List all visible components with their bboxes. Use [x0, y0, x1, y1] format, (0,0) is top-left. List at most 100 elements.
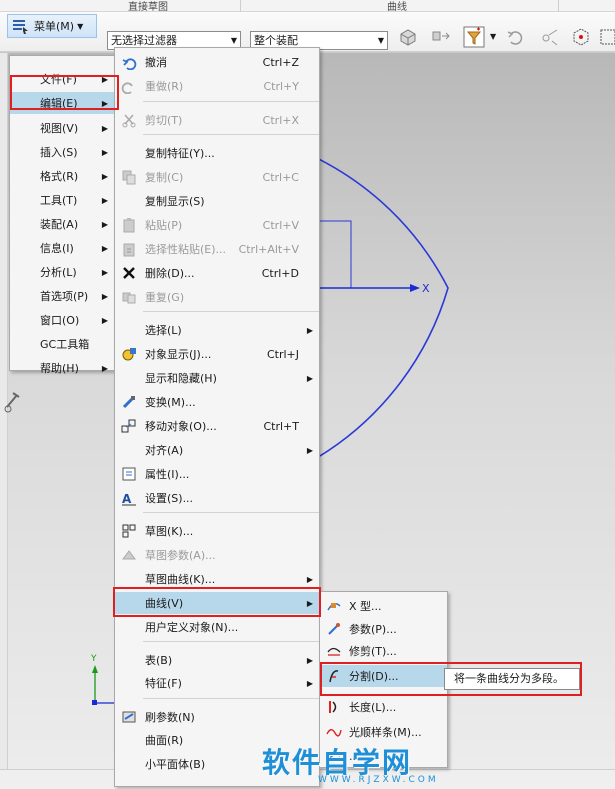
tool-icon[interactable] — [3, 389, 23, 415]
edit-menu-item-9[interactable]: 重复(G) — [115, 286, 319, 308]
edit-menu-item-1[interactable]: 重做(R) Ctrl+Y — [115, 75, 319, 97]
edit-menu-item-24[interactable]: 特征(F) ▶ — [115, 672, 319, 694]
submenu-arrow-icon: ▶ — [306, 574, 313, 584]
menu-item-label: 插入(S) — [40, 146, 78, 159]
point-snap-icon[interactable] — [538, 26, 560, 48]
edit-menu-item-22[interactable]: 用户定义对象(N)... — [115, 616, 319, 638]
edit-menu-item-10[interactable]: 选择(L) ▶ — [115, 319, 319, 341]
edit-menu-item-5[interactable]: 复制显示(S) — [115, 190, 319, 212]
edit-menu-item-6[interactable]: 粘贴(P) Ctrl+V — [115, 214, 319, 236]
edit-menu-item-7[interactable]: 选择性粘贴(E)... Ctrl+Alt+V — [115, 238, 319, 260]
sketch-icon — [122, 524, 136, 538]
edit-menu-item-11[interactable]: 对象显示(J)... Ctrl+J — [115, 343, 319, 365]
menu-item-label: 视图(V) — [40, 122, 79, 135]
menu-item-shortcut: Ctrl+Alt+V — [238, 242, 299, 256]
selection-filter-value: 无选择过滤器 — [111, 34, 177, 47]
edit-menu-item-21[interactable]: 曲线(V) ▶ — [115, 592, 319, 614]
chevron-down-icon[interactable]: ▼ — [490, 32, 496, 41]
menu-item-label: 复制特征(Y)... — [145, 147, 215, 160]
menu-item-label: 选择性粘贴(E)... — [145, 243, 227, 256]
main-menu-item-6[interactable]: 装配(A) ▶ — [10, 213, 114, 235]
nx-window: 直接草图 曲线 菜单(M) ▼ 无选择过滤器 ▼ 整个装配 ▼ ▼ X Y 文件… — [0, 0, 615, 789]
edit-menu-item-25[interactable]: 刷参数(N) — [115, 706, 319, 728]
main-menu-item-8[interactable]: 分析(L) ▶ — [10, 261, 114, 283]
submenu-arrow-icon: ▶ — [101, 74, 108, 84]
submenu-arrow-icon: ▶ — [101, 363, 108, 373]
curve-menu-item-2[interactable]: 修剪(T)... — [320, 640, 447, 662]
main-menu-item-3[interactable]: 插入(S) ▶ — [10, 141, 114, 163]
chevron-down-icon: ▼ — [230, 36, 237, 45]
transform-icon — [122, 396, 135, 409]
menu-item-shortcut: Ctrl+X — [262, 113, 299, 127]
box-select-icon[interactable] — [598, 26, 615, 48]
menu-item-label: 曲面(R) — [145, 734, 184, 747]
ribbon-divider — [240, 0, 241, 12]
menu-item-shortcut: Ctrl+V — [262, 218, 299, 232]
main-menu-item-1[interactable]: 编辑(E) ▶ — [10, 92, 114, 114]
curve-menu-item-5[interactable]: 光顺样条(M)... — [320, 721, 447, 743]
edit-menu-item-18[interactable]: 草图(K)... — [115, 520, 319, 542]
menu-item-label: 选择(L) — [145, 324, 182, 337]
menu-item-label: 工具(T) — [40, 194, 78, 207]
type-filter-icon[interactable] — [463, 26, 485, 48]
edit-menu-item-15[interactable]: 对齐(A) ▶ — [115, 439, 319, 461]
menu-item-label: 特征(F) — [145, 677, 182, 690]
main-menu-item-7[interactable]: 信息(I) ▶ — [10, 237, 114, 259]
menu-item-label: 修剪(T)... — [349, 645, 397, 658]
menu-item-label: 草图曲线(K)... — [145, 573, 216, 586]
tooltip: 将一条曲线分为多段。 — [444, 668, 580, 690]
edit-menu-item-23[interactable]: 表(B) ▶ — [115, 649, 319, 671]
main-menu-item-2[interactable]: 视图(V) ▶ — [10, 117, 114, 139]
submenu-arrow-icon: ▶ — [306, 445, 313, 455]
menu-item-label: 文件(F) — [40, 73, 77, 86]
edit-menu-item-19[interactable]: 草图参数(A)... — [115, 544, 319, 566]
menu-separator — [143, 512, 319, 513]
menu-item-shortcut: Ctrl+D — [261, 266, 299, 280]
edit-menu-item-20[interactable]: 草图曲线(K)... ▶ — [115, 568, 319, 590]
triad-origin — [92, 700, 97, 705]
resource-bar — [0, 53, 20, 769]
submenu-arrow-icon: ▶ — [101, 219, 108, 229]
main-menu-item-10[interactable]: 窗口(O) ▶ — [10, 309, 114, 331]
main-menu-item-4[interactable]: 格式(R) ▶ — [10, 165, 114, 187]
menu-item-label: 参数(P)... — [349, 623, 397, 636]
chevron-down-icon: ▼ — [77, 21, 84, 31]
undo-list-icon[interactable] — [505, 26, 527, 48]
edit-menu-item-4[interactable]: 复制(C) Ctrl+C — [115, 166, 319, 188]
menu-item-label: 信息(I) — [40, 242, 74, 255]
edit-menu-item-0[interactable]: 撤消 Ctrl+Z — [115, 51, 319, 73]
curve-menu-item-1[interactable]: 参数(P)... — [320, 618, 447, 640]
select-feature-icon[interactable] — [397, 26, 419, 48]
menu-separator — [143, 101, 319, 102]
menu-item-label: 草图参数(A)... — [145, 549, 216, 562]
edit-menu-item-8[interactable]: 删除(D)... Ctrl+D — [115, 262, 319, 284]
snap-icon[interactable] — [430, 26, 452, 48]
menu-item-label: 格式(R) — [40, 170, 79, 183]
edit-menu-item-17[interactable]: A 设置(S)... — [115, 487, 319, 509]
edit-menu-item-14[interactable]: 移动对象(O)... Ctrl+T — [115, 415, 319, 437]
main-menu-item-0[interactable]: 文件(F) ▶ — [10, 68, 114, 90]
menu-item-label: 复制显示(S) — [145, 195, 205, 208]
curve-menu-item-0[interactable]: X 型... — [320, 595, 447, 617]
edit-menu-item-12[interactable]: 显示和隐藏(H) ▶ — [115, 367, 319, 389]
edit-menu-item-13[interactable]: 变换(M)... — [115, 391, 319, 413]
edit-menu-item-16[interactable]: 属性(I)... — [115, 463, 319, 485]
cube-view-icon[interactable] — [570, 26, 592, 48]
main-menu-item-5[interactable]: 工具(T) ▶ — [10, 189, 114, 211]
paste-special-icon — [123, 243, 135, 257]
edit-menu-item-3[interactable]: 复制特征(Y)... — [115, 142, 319, 164]
curve-menu-item-3[interactable]: 分割(D)... — [320, 665, 447, 687]
edit-menu-item-2[interactable]: 剪切(T) Ctrl+X — [115, 109, 319, 131]
copy-icon — [122, 170, 136, 185]
menu-button[interactable]: 菜单(M) ▼ — [7, 14, 97, 38]
settings-icon: A — [122, 492, 136, 506]
menu-item-shortcut: Ctrl+Z — [262, 55, 299, 69]
curve-menu-item-4[interactable]: 长度(L)... — [320, 696, 447, 718]
divide-curve-icon — [329, 670, 339, 683]
main-menu-item-12[interactable]: 帮助(H) ▶ — [10, 357, 114, 379]
menu-item-label: 草图(K)... — [145, 525, 194, 538]
menu-item-label: 移动对象(O)... — [145, 420, 217, 433]
menu-item-label: 用户定义对象(N)... — [145, 621, 239, 634]
main-menu-item-9[interactable]: 首选项(P) ▶ — [10, 285, 114, 307]
main-menu-item-11[interactable]: GC工具箱 — [10, 333, 114, 355]
